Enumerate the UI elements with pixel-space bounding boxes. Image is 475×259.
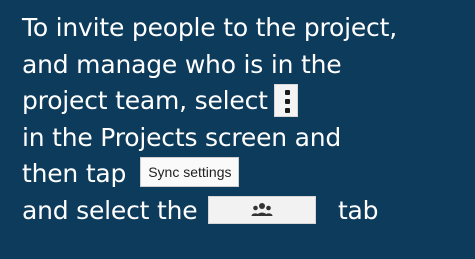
tip-text-line-5: then tap: [22, 159, 127, 188]
tip-text-line-6-after: tab: [337, 195, 379, 225]
more-options-button[interactable]: [273, 83, 298, 117]
people-group-icon: [251, 202, 273, 216]
tip-line-4: in the Projects screen and: [22, 120, 475, 157]
help-tip: To invite people to the project, and man…: [0, 0, 475, 259]
tip-text-line-2: and manage who is in the: [22, 49, 342, 79]
sync-settings-button[interactable]: Sync settings: [140, 157, 240, 187]
tip-text-line-4: in the Projects screen and: [22, 122, 342, 152]
tip-text-line-6-before: and select the: [22, 195, 198, 225]
tip-line-6: and select the tab: [22, 193, 475, 230]
tip-line-3: project team, select: [22, 83, 475, 120]
menu-dot-bottom: [284, 107, 290, 113]
menu-dot-top: [284, 89, 290, 95]
tip-line-5: then tap Sync settings: [22, 156, 475, 193]
team-tab[interactable]: [208, 195, 317, 224]
tip-line-2: and manage who is in the: [22, 47, 475, 84]
tip-line-1: To invite people to the project,: [22, 10, 475, 47]
tip-text-line-1: To invite people to the project,: [22, 13, 397, 42]
tip-text-line-3: project team, select: [22, 86, 268, 115]
menu-dot-middle: [284, 98, 290, 104]
